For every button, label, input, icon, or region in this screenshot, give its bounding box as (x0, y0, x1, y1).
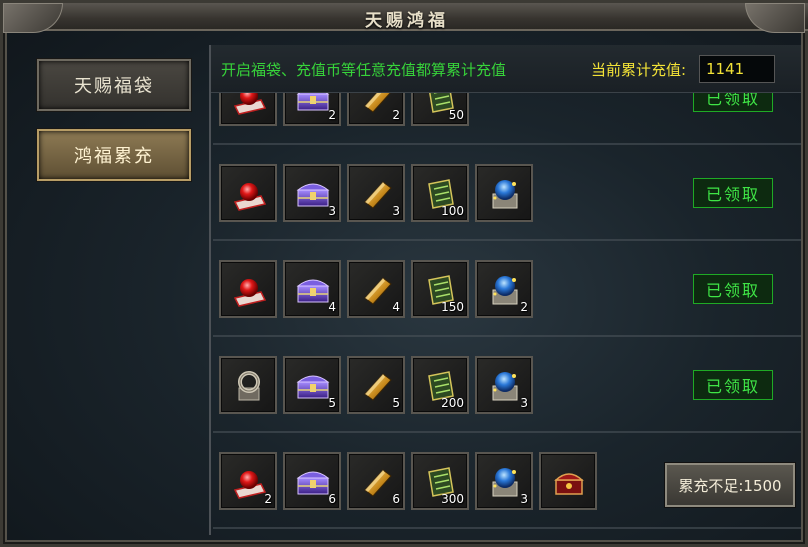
reward-row: 4 4 150 2 已领取 (211, 241, 801, 337)
item-count: 4 (328, 300, 336, 314)
item-count: 6 (392, 492, 400, 506)
reward-item-slot[interactable]: 3 (475, 356, 533, 414)
tab-cumulative-recharge[interactable]: 鸿福累充 (37, 129, 191, 181)
item-count: 6 (328, 492, 336, 506)
reward-item-slot[interactable]: 2 (283, 93, 341, 126)
purple-chest-icon (295, 176, 331, 212)
gold-bar-icon (359, 272, 395, 308)
gold-bar-icon (359, 464, 395, 500)
sidebar: 天赐福袋 鸿福累充 (17, 41, 203, 537)
recharge-note: 开启福袋、充值币等任意充值都算累计充值 (221, 61, 507, 79)
gold-bar-icon (359, 176, 395, 212)
purple-chest-icon (295, 464, 331, 500)
reward-item-slot[interactable]: 3 (347, 164, 405, 222)
reward-item-slot[interactable]: 200 (411, 356, 469, 414)
reward-row: 3 3 100 已领取 (211, 145, 801, 241)
claimed-button[interactable]: 已领取 (693, 178, 773, 208)
reward-item-slot[interactable] (219, 164, 277, 222)
window-title: 天赐鸿福 (365, 11, 449, 31)
item-count: 50 (448, 108, 464, 122)
reward-row: 2 6 6 300 3 累充不足:1500 (211, 433, 801, 529)
reward-item-slot[interactable]: 3 (475, 452, 533, 510)
claimed-button[interactable]: 已领取 (693, 370, 773, 400)
reward-item-slot[interactable]: 100 (411, 164, 469, 222)
silver-ring-icon (231, 368, 267, 404)
claimed-button[interactable]: 已领取 (693, 274, 773, 304)
item-count: 5 (328, 396, 336, 410)
claimed-button[interactable]: 已领取 (693, 93, 773, 112)
item-count: 3 (520, 492, 528, 506)
purple-chest-icon (295, 368, 331, 404)
reward-item-slot[interactable]: 2 (219, 452, 277, 510)
reward-item-slot[interactable] (539, 452, 597, 510)
purple-chest-icon (295, 272, 331, 308)
blue-crystal-icon (487, 272, 523, 308)
red-orb-icon (231, 272, 267, 308)
red-treasure-icon (551, 464, 587, 500)
reward-item-slot[interactable] (475, 164, 533, 222)
reward-item-slot[interactable]: 2 (347, 93, 405, 126)
reward-item-slot[interactable]: 150 (411, 260, 469, 318)
item-count: 150 (441, 300, 464, 314)
red-orb-icon (231, 176, 267, 212)
blue-crystal-icon (487, 176, 523, 212)
item-count: 3 (520, 396, 528, 410)
item-count: 2 (392, 108, 400, 122)
blue-crystal-icon (487, 368, 523, 404)
red-orb-icon (231, 464, 267, 500)
reward-item-slot[interactable]: 3 (283, 164, 341, 222)
item-count: 4 (392, 300, 400, 314)
gold-bar-icon (359, 368, 395, 404)
item-count: 2 (264, 492, 272, 506)
current-recharge-value: 1141 (699, 55, 775, 83)
item-count: 3 (392, 204, 400, 218)
game-window: 天赐鸿福 天赐福袋 鸿福累充 开启福袋、充值币等任意充值都算累计充值 当前累计充… (0, 0, 808, 547)
row-divider (213, 527, 801, 529)
reward-list[interactable]: 2 2 50 已领取 3 3 100 已领取 4 4 150 2 已领取 5 5 200 3 已领取 2 6 6 300 3… (211, 93, 801, 535)
reward-item-slot[interactable]: 5 (283, 356, 341, 414)
tab-lucky-bag[interactable]: 天赐福袋 (37, 59, 191, 111)
reward-item-slot[interactable]: 4 (283, 260, 341, 318)
reward-item-slot[interactable] (219, 93, 277, 126)
recharge-insufficient-button[interactable]: 累充不足:1500 (665, 463, 795, 507)
reward-item-slot[interactable]: 6 (283, 452, 341, 510)
title-bar: 天赐鸿福 (3, 3, 808, 31)
reward-item-slot[interactable]: 300 (411, 452, 469, 510)
red-orb-icon (231, 93, 267, 116)
reward-item-slot[interactable]: 5 (347, 356, 405, 414)
reward-item-slot[interactable]: 4 (347, 260, 405, 318)
blue-crystal-icon (487, 464, 523, 500)
reward-row: 2 2 50 已领取 (211, 93, 801, 145)
item-count: 200 (441, 396, 464, 410)
item-count: 3 (328, 204, 336, 218)
reward-item-slot[interactable] (219, 356, 277, 414)
content-panel: 开启福袋、充值币等任意充值都算累计充值 当前累计充值: 1141 2 2 50 已领取… (209, 45, 801, 535)
reward-item-slot[interactable] (219, 260, 277, 318)
item-count: 5 (392, 396, 400, 410)
item-count: 100 (441, 204, 464, 218)
item-count: 2 (520, 300, 528, 314)
item-count: 300 (441, 492, 464, 506)
recharge-banner: 开启福袋、充值币等任意充值都算累计充值 当前累计充值: 1141 (211, 45, 801, 93)
current-recharge-label: 当前累计充值: (591, 61, 687, 79)
reward-item-slot[interactable]: 2 (475, 260, 533, 318)
purple-chest-icon (295, 93, 331, 116)
reward-row: 5 5 200 3 已领取 (211, 337, 801, 433)
item-count: 2 (328, 108, 336, 122)
gold-bar-icon (359, 93, 395, 116)
reward-item-slot[interactable]: 6 (347, 452, 405, 510)
reward-item-slot[interactable]: 50 (411, 93, 469, 126)
